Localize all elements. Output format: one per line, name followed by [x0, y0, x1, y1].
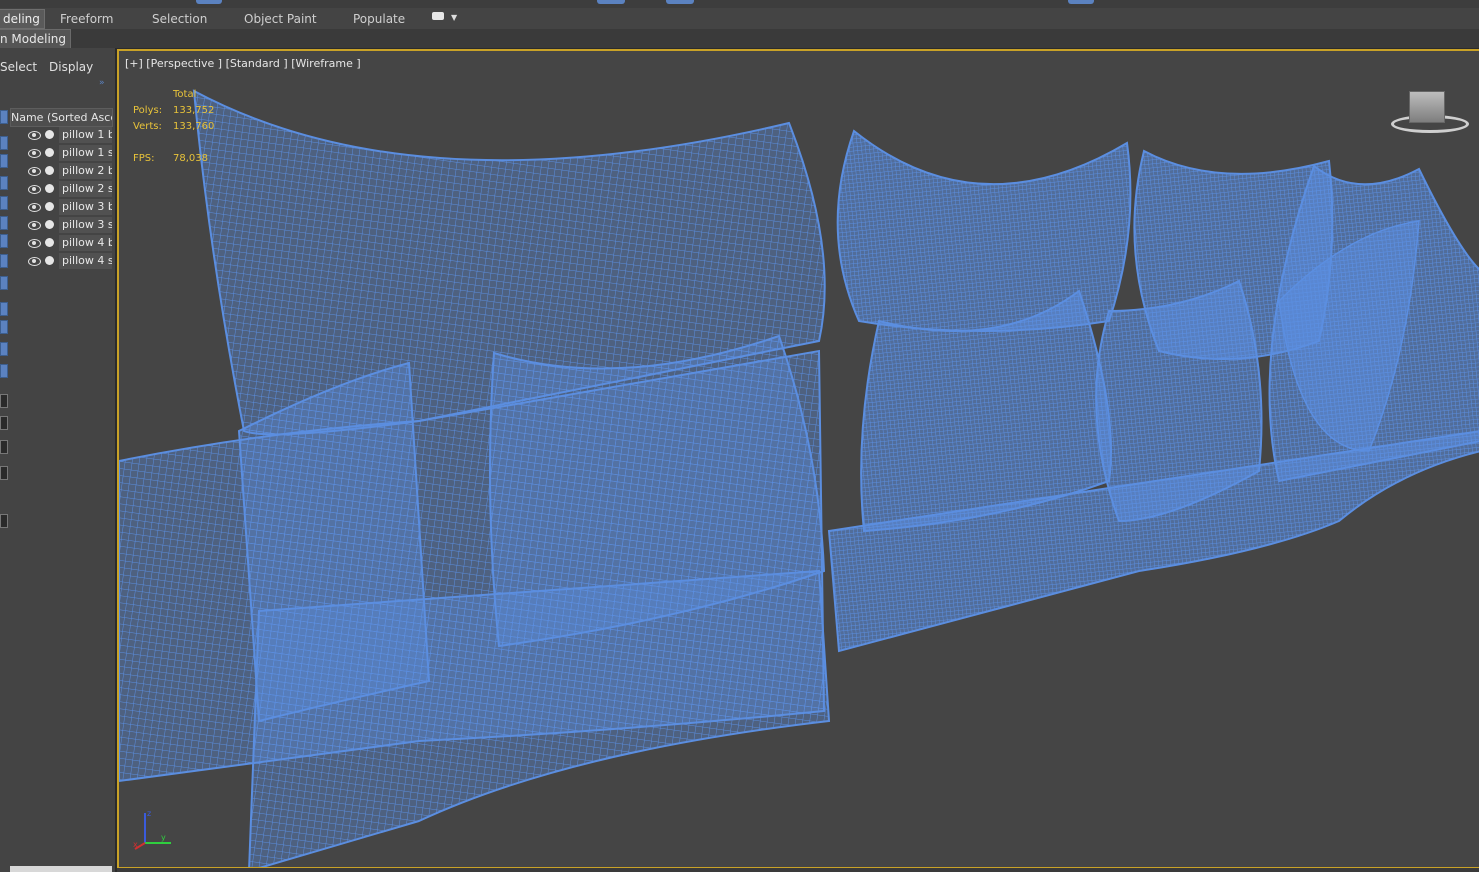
tool-icon[interactable] [0, 394, 8, 408]
eye-icon[interactable] [28, 257, 41, 266]
tab-freeform[interactable]: Freeform [60, 10, 113, 28]
object-name[interactable]: pillow 2 big [59, 163, 112, 179]
toolbar-marker [597, 0, 625, 4]
filter-icon[interactable] [0, 136, 8, 150]
axis-y-label: y [161, 833, 166, 842]
freeze-icon[interactable] [45, 220, 54, 229]
verts-label: Verts: [133, 121, 162, 132]
title-strip [0, 0, 1479, 8]
filter-icon[interactable] [0, 196, 8, 210]
list-item[interactable]: pillow 1 big [10, 126, 112, 144]
eye-icon[interactable] [28, 131, 41, 140]
filter-icon[interactable] [0, 216, 8, 230]
eye-icon[interactable] [28, 239, 41, 248]
filter-icon[interactable] [0, 342, 8, 356]
tool-icon[interactable] [0, 440, 8, 454]
eye-icon[interactable] [28, 185, 41, 194]
polygon-modeling-tab[interactable]: n Modeling [0, 29, 72, 49]
menu-select[interactable]: Select [0, 60, 37, 74]
list-item[interactable]: pillow 1 small [10, 144, 112, 162]
freeze-icon[interactable] [45, 202, 54, 211]
pillow-1-small [237, 361, 431, 723]
freeze-icon[interactable] [45, 238, 54, 247]
list-item[interactable]: pillow 2 small [10, 180, 112, 198]
panel-scrollbar[interactable] [10, 866, 112, 872]
tab-object-paint[interactable]: Object Paint [244, 10, 317, 28]
viewport-label[interactable]: [+] [Perspective ] [Standard ] [Wirefram… [125, 57, 361, 70]
list-item[interactable]: pillow 3 small [10, 216, 112, 234]
object-name[interactable]: pillow 1 big [59, 127, 112, 143]
object-name[interactable]: pillow 3 big [59, 199, 112, 215]
pillow-2-big [836, 129, 1132, 332]
scene-explorer-panel: Select Display » Name (Sorted Ascending)… [0, 48, 115, 872]
ribbon-subbar: n Modeling [0, 29, 1479, 49]
object-name[interactable]: pillow 1 small [59, 145, 112, 161]
list-item[interactable]: pillow 3 big [10, 198, 112, 216]
axis-tripod-icon: z y x [133, 809, 171, 850]
list-item[interactable]: pillow 2 big [10, 162, 112, 180]
tool-icon[interactable] [0, 466, 8, 480]
stats-header: Total [173, 89, 197, 100]
ribbon-toggle-icon[interactable] [432, 12, 444, 20]
list-item[interactable]: pillow 4 small [10, 252, 112, 270]
expand-icon[interactable]: » [99, 78, 105, 88]
toolbar-marker [666, 0, 694, 4]
wireframe-mesh [119, 89, 1479, 867]
tab-selection[interactable]: Selection [152, 10, 207, 28]
freeze-icon[interactable] [45, 166, 54, 175]
filter-icon[interactable] [0, 302, 8, 316]
ribbon-tabs: deling Freeform Selection Object Paint P… [0, 8, 1479, 30]
toolbar-marker [196, 0, 222, 4]
filter-icon[interactable] [0, 110, 8, 124]
eye-icon[interactable] [28, 203, 41, 212]
name-column-header[interactable]: Name (Sorted Ascending) [10, 108, 113, 127]
explorer-toolstrip [0, 106, 8, 536]
object-name[interactable]: pillow 3 small [59, 217, 112, 233]
object-name[interactable]: pillow 2 small [59, 181, 112, 197]
verts-value: 133,760 [173, 121, 215, 132]
axis-x-label: x [133, 840, 138, 849]
freeze-icon[interactable] [45, 130, 54, 139]
object-name[interactable]: pillow 4 small [59, 253, 112, 269]
chevron-down-icon[interactable]: ▼ [451, 13, 457, 22]
menu-display[interactable]: Display [49, 60, 93, 74]
polys-label: Polys: [133, 105, 163, 116]
axis-z-label: z [147, 809, 151, 818]
fps-value: 78,038 [173, 153, 208, 164]
filter-icon[interactable] [0, 176, 8, 190]
freeze-icon[interactable] [45, 184, 54, 193]
tab-populate[interactable]: Populate [353, 10, 405, 28]
eye-icon[interactable] [28, 167, 41, 176]
filter-icon[interactable] [0, 364, 8, 378]
filter-icon[interactable] [0, 254, 8, 268]
perspective-viewport[interactable]: [+] [Perspective ] [Standard ] [Wirefram… [117, 49, 1479, 869]
viewcube-box[interactable] [1409, 91, 1445, 123]
tool-icon[interactable] [0, 514, 8, 528]
filter-icon[interactable] [0, 154, 8, 168]
polys-value: 133,752 [173, 105, 215, 116]
freeze-icon[interactable] [45, 148, 54, 157]
filter-icon[interactable] [0, 234, 8, 248]
tab-modeling[interactable]: deling [0, 9, 45, 29]
freeze-icon[interactable] [45, 256, 54, 265]
eye-icon[interactable] [28, 221, 41, 230]
viewcube[interactable] [1389, 87, 1469, 135]
list-item[interactable]: pillow 4 big [10, 234, 112, 252]
object-name[interactable]: pillow 4 big [59, 235, 112, 251]
scene-list: Name (Sorted Ascending) pillow 1 big pil… [10, 106, 113, 296]
filter-icon[interactable] [0, 276, 8, 290]
toolbar-marker [1068, 0, 1094, 4]
fps-label: FPS: [133, 153, 155, 164]
time-slider-bar[interactable] [117, 868, 1479, 872]
eye-icon[interactable] [28, 149, 41, 158]
tool-icon[interactable] [0, 416, 8, 430]
filter-icon[interactable] [0, 320, 8, 334]
